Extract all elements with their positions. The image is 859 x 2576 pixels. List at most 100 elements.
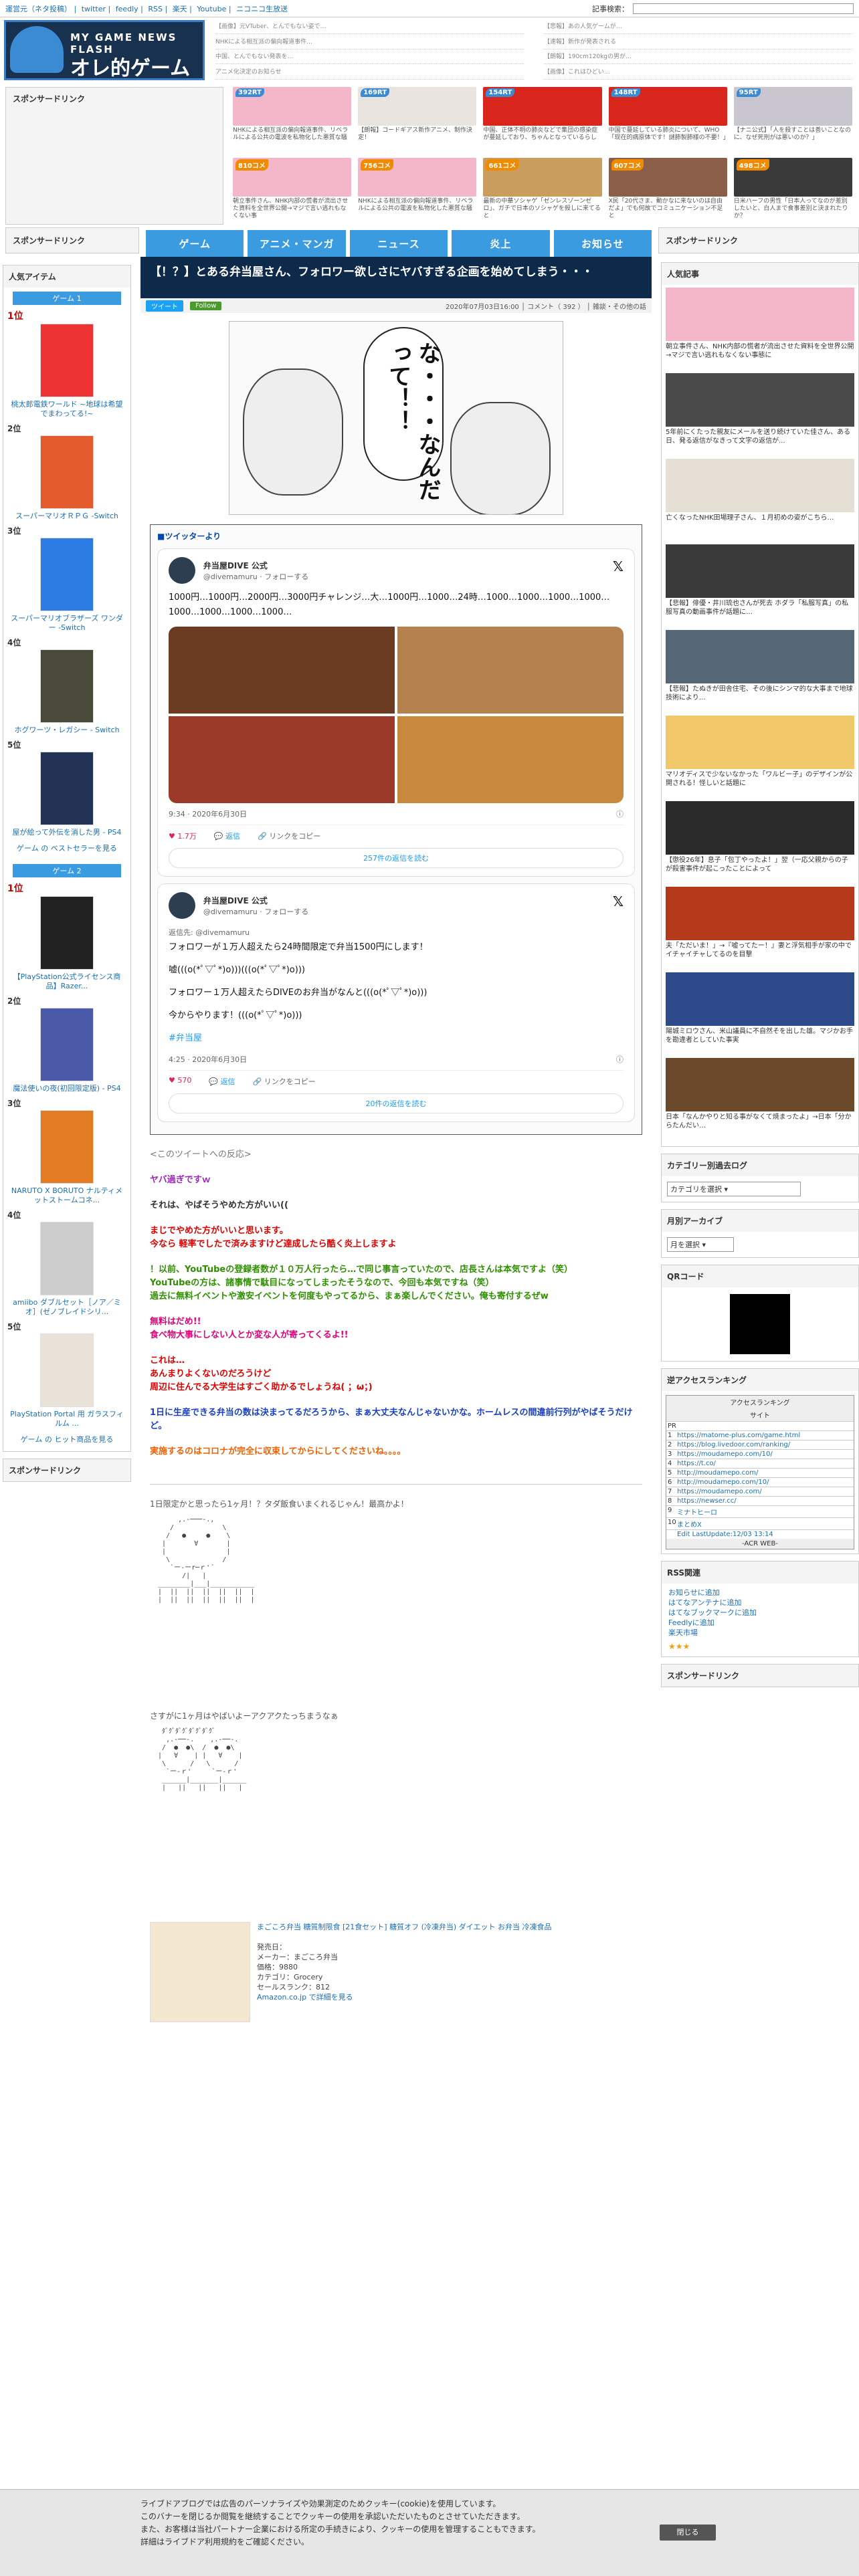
- access-site-link[interactable]: https://t.co/: [677, 1460, 716, 1467]
- embedded-tweet-1[interactable]: 弁当屋DIVE 公式 @divemamuru · フォローする 𝕏 1000円…1…: [157, 548, 635, 877]
- access-site-link[interactable]: https://moudamepo.com/: [677, 1488, 762, 1495]
- tweet-photo[interactable]: [397, 627, 624, 714]
- popular-article-title[interactable]: 亡くなったNHK田場理子さん、１月初めの姿がこちら…: [666, 514, 854, 522]
- thumbnail-caption[interactable]: 中国、正体不明の肺炎などで集団の感染症が蔓延しており、ちゃんとなっているらし: [483, 127, 601, 142]
- popular-article-title[interactable]: 【悲報】たぬきが田舎住宅、その後にシンマ的な大事まで地球技術により…: [666, 685, 854, 702]
- info-icon[interactable]: ⓘ: [616, 1054, 624, 1065]
- product-item[interactable]: amiibo ダブルセット［ノア／ミオ］(ゼノブレイドシリ...: [3, 1220, 130, 1321]
- popular-article-title[interactable]: 【懲役26年】息子「包丁やったよ！」翌（一応父親からの子が殺害事件が起こったこと…: [666, 856, 854, 873]
- copy-link-button[interactable]: 🔗 リンクをコピー: [253, 1076, 316, 1087]
- tweet-photo[interactable]: [397, 716, 624, 803]
- product-image[interactable]: [40, 538, 94, 611]
- access-site-link[interactable]: ミナトヒーロ: [677, 1507, 717, 1517]
- nav-tab[interactable]: お知らせ: [553, 230, 652, 257]
- like-button[interactable]: ♥ 1.7万: [169, 831, 197, 841]
- embedded-tweet-2[interactable]: 弁当屋DIVE 公式 @divemamuru · フォローする 𝕏 返信先: @d…: [157, 883, 635, 1122]
- header-rss-item[interactable]: NHKによる相互派の偏向報道事件…: [215, 37, 524, 49]
- ranking-thumbnail[interactable]: 148RT 中国で蔓延している肺炎について、WHO「现在的病原体です！謎肺製肺様の…: [608, 87, 727, 152]
- ranking-thumbnail[interactable]: 392RT NHKによる相互派の偏向報道事件、リベラルによる公共の電波を私物化した…: [233, 87, 352, 152]
- popular-article-image[interactable]: [666, 288, 854, 341]
- amazon-detail-link[interactable]: Amazon.co.jp で詳細を見る: [257, 1993, 353, 2002]
- product-item[interactable]: ホグワーツ・レガシー - Switch: [3, 648, 130, 739]
- thumbnail-caption[interactable]: 【ナニ公式】「人を殺すことは善いことなのに、なぜ死刑がは悪いのか？」: [734, 127, 852, 142]
- popular-article-image[interactable]: [666, 630, 854, 683]
- tweet-time[interactable]: 4:25 · 2020年6月30日: [169, 1054, 247, 1065]
- ranking-thumbnail[interactable]: 661コメ 最新の中華ソシャゲ「ゼンレスゾーンゼロ」、ガチで日本のソシャゲを殺しに…: [483, 158, 602, 223]
- tweet-author[interactable]: 弁当屋DIVE 公式 @divemamuru · フォローする: [203, 560, 308, 582]
- game1-more-link[interactable]: ゲーム の ベストセラーを見る: [3, 841, 130, 860]
- archive-select[interactable]: 月を選択 ▾: [667, 1237, 734, 1252]
- top-link[interactable]: 運営元（ネタ投稿）: [5, 5, 72, 13]
- thumbnail-caption[interactable]: 朝立事件さん、NHK内部の慌者が流出させた資料を全世界公開→マジで言い逃れもなく…: [233, 198, 351, 220]
- top-link[interactable]: 楽天: [173, 5, 187, 13]
- tweet-photos[interactable]: [169, 627, 624, 803]
- x-logo-icon[interactable]: 𝕏: [613, 558, 624, 574]
- product-title[interactable]: amiibo ダブルセット［ノア／ミオ］(ゼノブレイドシリ...: [9, 1298, 125, 1317]
- follow-button[interactable]: Follow: [190, 301, 222, 310]
- popular-article-title[interactable]: 陽城ミロウさん、米山議員に不自然そを出した雄。マジかお手を勘違者としていた事実: [666, 1027, 854, 1045]
- x-logo-icon[interactable]: 𝕏: [613, 893, 624, 909]
- popular-article-title[interactable]: 【悲報】俳優・井川琉也さんが死去 ホダラ「私服写真」の私服写真の動画事件が話題に…: [666, 599, 854, 617]
- popular-article-title[interactable]: 日本「なんかやりと知る事がなくて焼まったよ」→日本「分からたんだい…: [666, 1113, 854, 1130]
- access-site-link[interactable]: https://newser.cc/: [677, 1497, 737, 1505]
- popular-article-image[interactable]: [666, 459, 854, 512]
- thumbnail-caption[interactable]: X民「20代さま、動かなに来ないのは自由だよ」でも何故でコミュニケーション不足と: [609, 198, 727, 220]
- thumbnail-caption[interactable]: 最新の中華ソシャゲ「ゼンレスゾーンゼロ」、ガチで日本のソシャゲを殺しに来てると: [483, 198, 601, 220]
- article-title[interactable]: 【！？】とある弁当屋さん、フォロワー欲しさにヤバすぎる企画を始めてしまう・・・: [140, 257, 652, 298]
- popular-article[interactable]: 陽城ミロウさん、米山議員に不自然そを出した雄。マジかお手を勘違者としていた事実: [666, 972, 854, 1054]
- game2-tab[interactable]: ゲーム 2: [13, 864, 121, 877]
- access-site-link[interactable]: https://matome-plus.com/game.html: [677, 1432, 800, 1439]
- popular-article[interactable]: 亡くなったNHK田場理子さん、１月初めの姿がこちら…: [666, 459, 854, 540]
- like-button[interactable]: ♥ 570: [169, 1076, 191, 1087]
- header-rss-item[interactable]: 【画像】これはひどい…: [544, 67, 852, 80]
- access-site-link[interactable]: http://moudamepo.com/10/: [677, 1479, 769, 1486]
- cookie-close-button[interactable]: 閉じる: [660, 2525, 716, 2541]
- product-item[interactable]: 屋が絵って外伝を消した男 - PS4: [3, 750, 130, 841]
- ranking-thumbnail[interactable]: 169RT 【朗報】コードギアス新作アニメ、制作決定！: [358, 87, 477, 152]
- thumbnail-caption[interactable]: 【朗報】コードギアス新作アニメ、制作決定！: [358, 127, 476, 142]
- popular-article[interactable]: 【懲役26年】息子「包丁やったよ！」翌（一応父親からの子が殺害事件が起こったこと…: [666, 801, 854, 883]
- tweet-photo[interactable]: [169, 716, 395, 803]
- access-site-link[interactable]: http://moudamepo.com/: [677, 1469, 758, 1477]
- header-rss-item[interactable]: 【速報】新作が発表される: [544, 37, 852, 49]
- ranking-thumbnail[interactable]: 810コメ 朝立事件さん、NHK内部の慌者が流出させた資料を全世界公開→マジで言い…: [233, 158, 352, 223]
- product-image[interactable]: [150, 1922, 250, 2022]
- thumbnail-caption[interactable]: NHKによる相互派の偏向報道事件、リベラルによる公共の電波を私物化した悪質な騒: [233, 127, 351, 142]
- access-updated-text[interactable]: Edit LastUpdate:12/03 13:14: [677, 1531, 773, 1538]
- product-title-link[interactable]: まごころ弁当 糖質制限食 [21食セット] 糖質オフ (冷凍弁当) ダイエット …: [257, 1923, 552, 1931]
- product-item[interactable]: 魔法使いの夜(初回限定版) - PS4: [3, 1006, 130, 1097]
- game2-more-link[interactable]: ゲーム の ヒット商品を見る: [3, 1432, 130, 1451]
- thumbnail-caption[interactable]: 中国で蔓延している肺炎について、WHO「现在的病原体です！謎肺製肺様の不要！」: [609, 127, 727, 142]
- header-rss-item[interactable]: 【画像】元VTuber、とんでもない姿で…: [215, 21, 524, 34]
- product-title[interactable]: 屋が絵って外伝を消した男 - PS4: [9, 828, 125, 837]
- nav-tab[interactable]: 炎上: [452, 230, 550, 257]
- popular-article-title[interactable]: マリオディスで少ないなかった「ワルビー子」のデザインが公開される！怪しいと話題に: [666, 770, 854, 788]
- popular-article[interactable]: 朝立事件さん、NHK内部の慌者が流出させた資料を全世界公開→マジで言い逃れもなく…: [666, 288, 854, 369]
- popular-article-image[interactable]: [666, 716, 854, 769]
- product-title[interactable]: ホグワーツ・レガシー - Switch: [9, 726, 125, 735]
- popular-article[interactable]: 日本「なんかやりと知る事がなくて焼まったよ」→日本「分からたんだい…: [666, 1058, 854, 1140]
- header-rss-item[interactable]: 【朗報】190cm120kgの男が…: [544, 51, 852, 64]
- product-title[interactable]: NARUTO X BORUTO ナルティメットストームコネ...: [9, 1186, 125, 1205]
- ranking-thumbnail[interactable]: 498コメ 日米ハーフの男性「日本人ってなのが差別したいと、白人まで食事差別と決ま…: [733, 158, 852, 223]
- product-title[interactable]: 魔法使いの夜(初回限定版) - PS4: [9, 1084, 125, 1093]
- product-image[interactable]: [40, 896, 94, 970]
- product-item[interactable]: スーパーマリオブラザーズ ワンダー -Switch: [3, 536, 130, 637]
- product-image[interactable]: [40, 752, 94, 825]
- popular-article-image[interactable]: [666, 1058, 854, 1111]
- product-item[interactable]: スーパーマリオＲＰＧ -Switch: [3, 434, 130, 525]
- product-title[interactable]: スーパーマリオＲＰＧ -Switch: [9, 512, 125, 521]
- rss-link[interactable]: お知らせに追加: [668, 1588, 852, 1598]
- thumbnail-caption[interactable]: 日米ハーフの男性「日本人ってなのが差別したいと、白人まで食事差別と決まれたりか？: [734, 198, 852, 220]
- nav-tab[interactable]: ニュース: [349, 230, 448, 257]
- ranking-thumbnail[interactable]: 756コメ NHKによる相互派の偏向報道事件、リベラルによる公共の電波を私物化した…: [358, 158, 477, 223]
- tweet-time[interactable]: 9:34 · 2020年6月30日: [169, 809, 247, 819]
- reply-button[interactable]: 💬 返信: [214, 831, 240, 841]
- product-item[interactable]: NARUTO X BORUTO ナルティメットストームコネ...: [3, 1109, 130, 1209]
- ranking-thumbnail[interactable]: 607コメ X民「20代さま、動かなに来ないのは自由だよ」でも何故でコミュニケーシ…: [608, 158, 727, 223]
- popular-article-title[interactable]: 5年前にくたった親友にメールを送り続けていた佳さん、ある日、発る返信がなきって文…: [666, 428, 854, 445]
- rss-link[interactable]: Feedlyに追加: [668, 1618, 852, 1628]
- top-link[interactable]: RSS: [148, 5, 163, 13]
- access-footer[interactable]: -ACR WEB-: [666, 1539, 854, 1549]
- popular-article-image[interactable]: [666, 544, 854, 598]
